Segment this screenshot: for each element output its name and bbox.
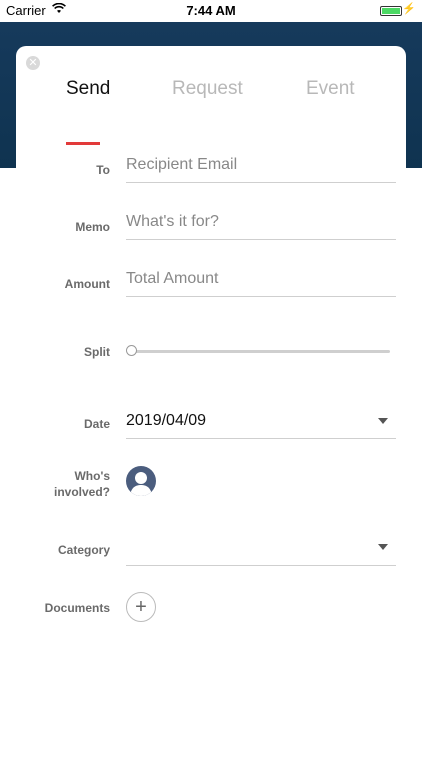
recipient-email-input[interactable]: Recipient Email bbox=[126, 156, 396, 183]
split-label: Split bbox=[84, 345, 110, 359]
chevron-down-icon bbox=[378, 544, 388, 550]
tab-send[interactable]: Send bbox=[66, 78, 110, 100]
avatar[interactable] bbox=[126, 466, 156, 496]
tab-event[interactable]: Event bbox=[306, 78, 355, 100]
date-value: 2019/04/09 bbox=[126, 412, 207, 429]
plus-icon: + bbox=[135, 596, 147, 618]
category-select[interactable] bbox=[126, 538, 396, 566]
amount-input[interactable]: Total Amount bbox=[126, 270, 396, 297]
status-time: 7:44 AM bbox=[186, 3, 236, 18]
person-icon bbox=[130, 472, 152, 496]
documents-label: Documents bbox=[44, 601, 110, 615]
memo-label: Memo bbox=[75, 220, 110, 234]
memo-input[interactable]: What's it for? bbox=[126, 213, 396, 240]
amount-label: Amount bbox=[64, 277, 110, 291]
charging-icon: ⚡ bbox=[402, 3, 416, 15]
date-select[interactable]: 2019/04/09 bbox=[126, 412, 396, 439]
add-document-button[interactable]: + bbox=[126, 592, 156, 622]
close-icon[interactable]: ✕ bbox=[26, 56, 40, 70]
send-card: ✕ Send Request Event To Recipient Email … bbox=[16, 46, 406, 766]
category-label: Category bbox=[57, 543, 110, 557]
to-label: To bbox=[96, 163, 110, 177]
active-tab-indicator bbox=[66, 142, 100, 145]
date-label: Date bbox=[83, 417, 110, 431]
tab-request[interactable]: Request bbox=[172, 78, 243, 100]
status-bar: Carrier 7:44 AM ⚡ bbox=[0, 0, 422, 22]
chevron-down-icon bbox=[378, 418, 388, 424]
involved-label: Who's involved? bbox=[53, 469, 110, 499]
battery-icon bbox=[380, 6, 402, 16]
tab-bar: Send Request Event bbox=[16, 78, 406, 145]
split-slider-thumb[interactable] bbox=[126, 345, 137, 356]
split-slider-track[interactable] bbox=[128, 350, 390, 353]
